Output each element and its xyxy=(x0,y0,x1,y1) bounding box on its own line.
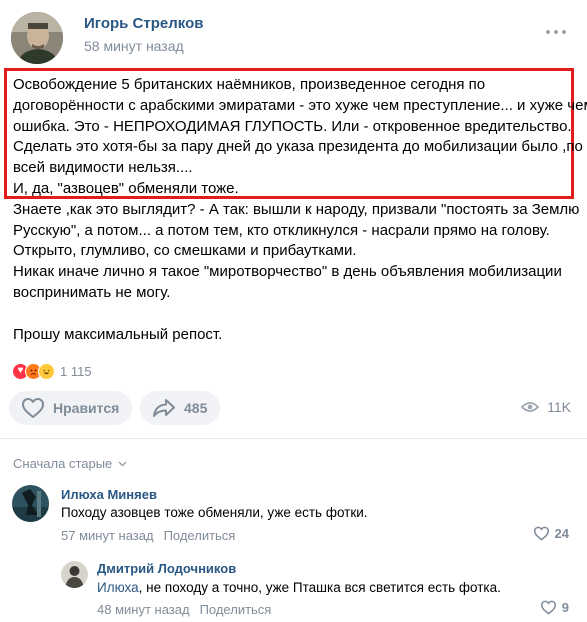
sort-label: Сначала старые xyxy=(13,456,113,471)
post-text-line: Освобождение 5 британских наёмников, про… xyxy=(13,76,486,93)
comment-meta: 48 минут назад Поделиться xyxy=(97,602,271,617)
views-count: 11K xyxy=(547,399,571,415)
post-text-line: Никак иначе лично я такое "миротворчеств… xyxy=(13,263,562,281)
comment-avatar[interactable] xyxy=(61,561,88,588)
post-text-line: воспринимать не могу. xyxy=(13,283,171,301)
comment-like-button[interactable]: 9 xyxy=(540,600,569,615)
laugh-reaction-icon xyxy=(38,362,55,380)
post-text-line: Сделать это хотя-бы за пару дней до указ… xyxy=(13,138,583,156)
reactions-summary[interactable]: ♥ 1 115 xyxy=(12,362,92,380)
comment-share-link[interactable]: Поделиться xyxy=(164,528,236,543)
post-text-line: Открыто, глумливо, со смешками и прибаут… xyxy=(13,242,357,260)
post-author-name[interactable]: Игорь Стрелков xyxy=(84,15,203,32)
like-button[interactable]: Нравится xyxy=(9,391,132,425)
comment-like-button[interactable]: 24 xyxy=(533,526,569,541)
post-text-line: Русскую", а потом... а потом тем, кто от… xyxy=(13,221,550,239)
post-timestamp[interactable]: 58 минут назад xyxy=(84,38,184,54)
comment-text-body: , не походу а точно, уже Пташка вся свет… xyxy=(138,580,501,595)
like-button-label: Нравится xyxy=(53,400,120,416)
comment-author[interactable]: Дмитрий Лодочников xyxy=(97,561,236,576)
comment-meta: 57 минут назад Поделиться xyxy=(61,528,235,543)
share-count: 485 xyxy=(184,400,208,416)
post-text-line: всей видимости нельзя.... xyxy=(13,159,193,177)
comment-text: Илюха, не походу а точно, уже Пташка вся… xyxy=(97,580,501,595)
post-text: Освобождение 5 британских наёмников, про… xyxy=(13,75,587,346)
post-text-line: договорённости с арабскими эмиратами - э… xyxy=(13,96,587,114)
more-options-icon[interactable] xyxy=(546,30,566,36)
comment-text: Походу азовцев тоже обменяли, уже есть ф… xyxy=(61,505,368,520)
comments-sort-dropdown[interactable]: Сначала старые xyxy=(13,456,127,471)
heart-outline-icon xyxy=(22,398,44,418)
views-counter: 11K xyxy=(521,399,571,415)
heart-outline-icon xyxy=(533,526,549,541)
comment-share-link[interactable]: Поделиться xyxy=(200,602,272,617)
comment-author[interactable]: Илюха Миняев xyxy=(61,487,157,502)
chevron-down-icon xyxy=(118,461,127,466)
post-text-line: ошибка. Это - НЕПРОХОДИМАЯ ГЛУПОСТЬ. Или… xyxy=(13,117,572,135)
comment-like-count: 9 xyxy=(561,600,569,615)
author-avatar[interactable] xyxy=(11,12,63,64)
heart-outline-icon xyxy=(540,600,556,615)
comment-avatar[interactable] xyxy=(12,485,49,522)
post-text-line: Прошу максимальный репост. xyxy=(13,325,223,343)
comment-mention-link[interactable]: Илюха xyxy=(97,580,139,595)
share-arrow-icon xyxy=(153,399,175,417)
comment-time[interactable]: 48 минут назад xyxy=(97,602,190,617)
divider xyxy=(0,438,587,439)
eye-icon xyxy=(521,402,540,412)
post-text-line: Знаете ,как это выглядит? - А так: вышли… xyxy=(13,200,580,218)
post-text-line: И, да, "азвоцев" обменяли тоже. xyxy=(13,179,239,197)
comment-like-count: 24 xyxy=(554,526,569,541)
comment-time[interactable]: 57 минут назад xyxy=(61,528,154,543)
share-button[interactable]: 485 xyxy=(140,391,220,425)
reactions-count: 1 115 xyxy=(60,363,92,379)
